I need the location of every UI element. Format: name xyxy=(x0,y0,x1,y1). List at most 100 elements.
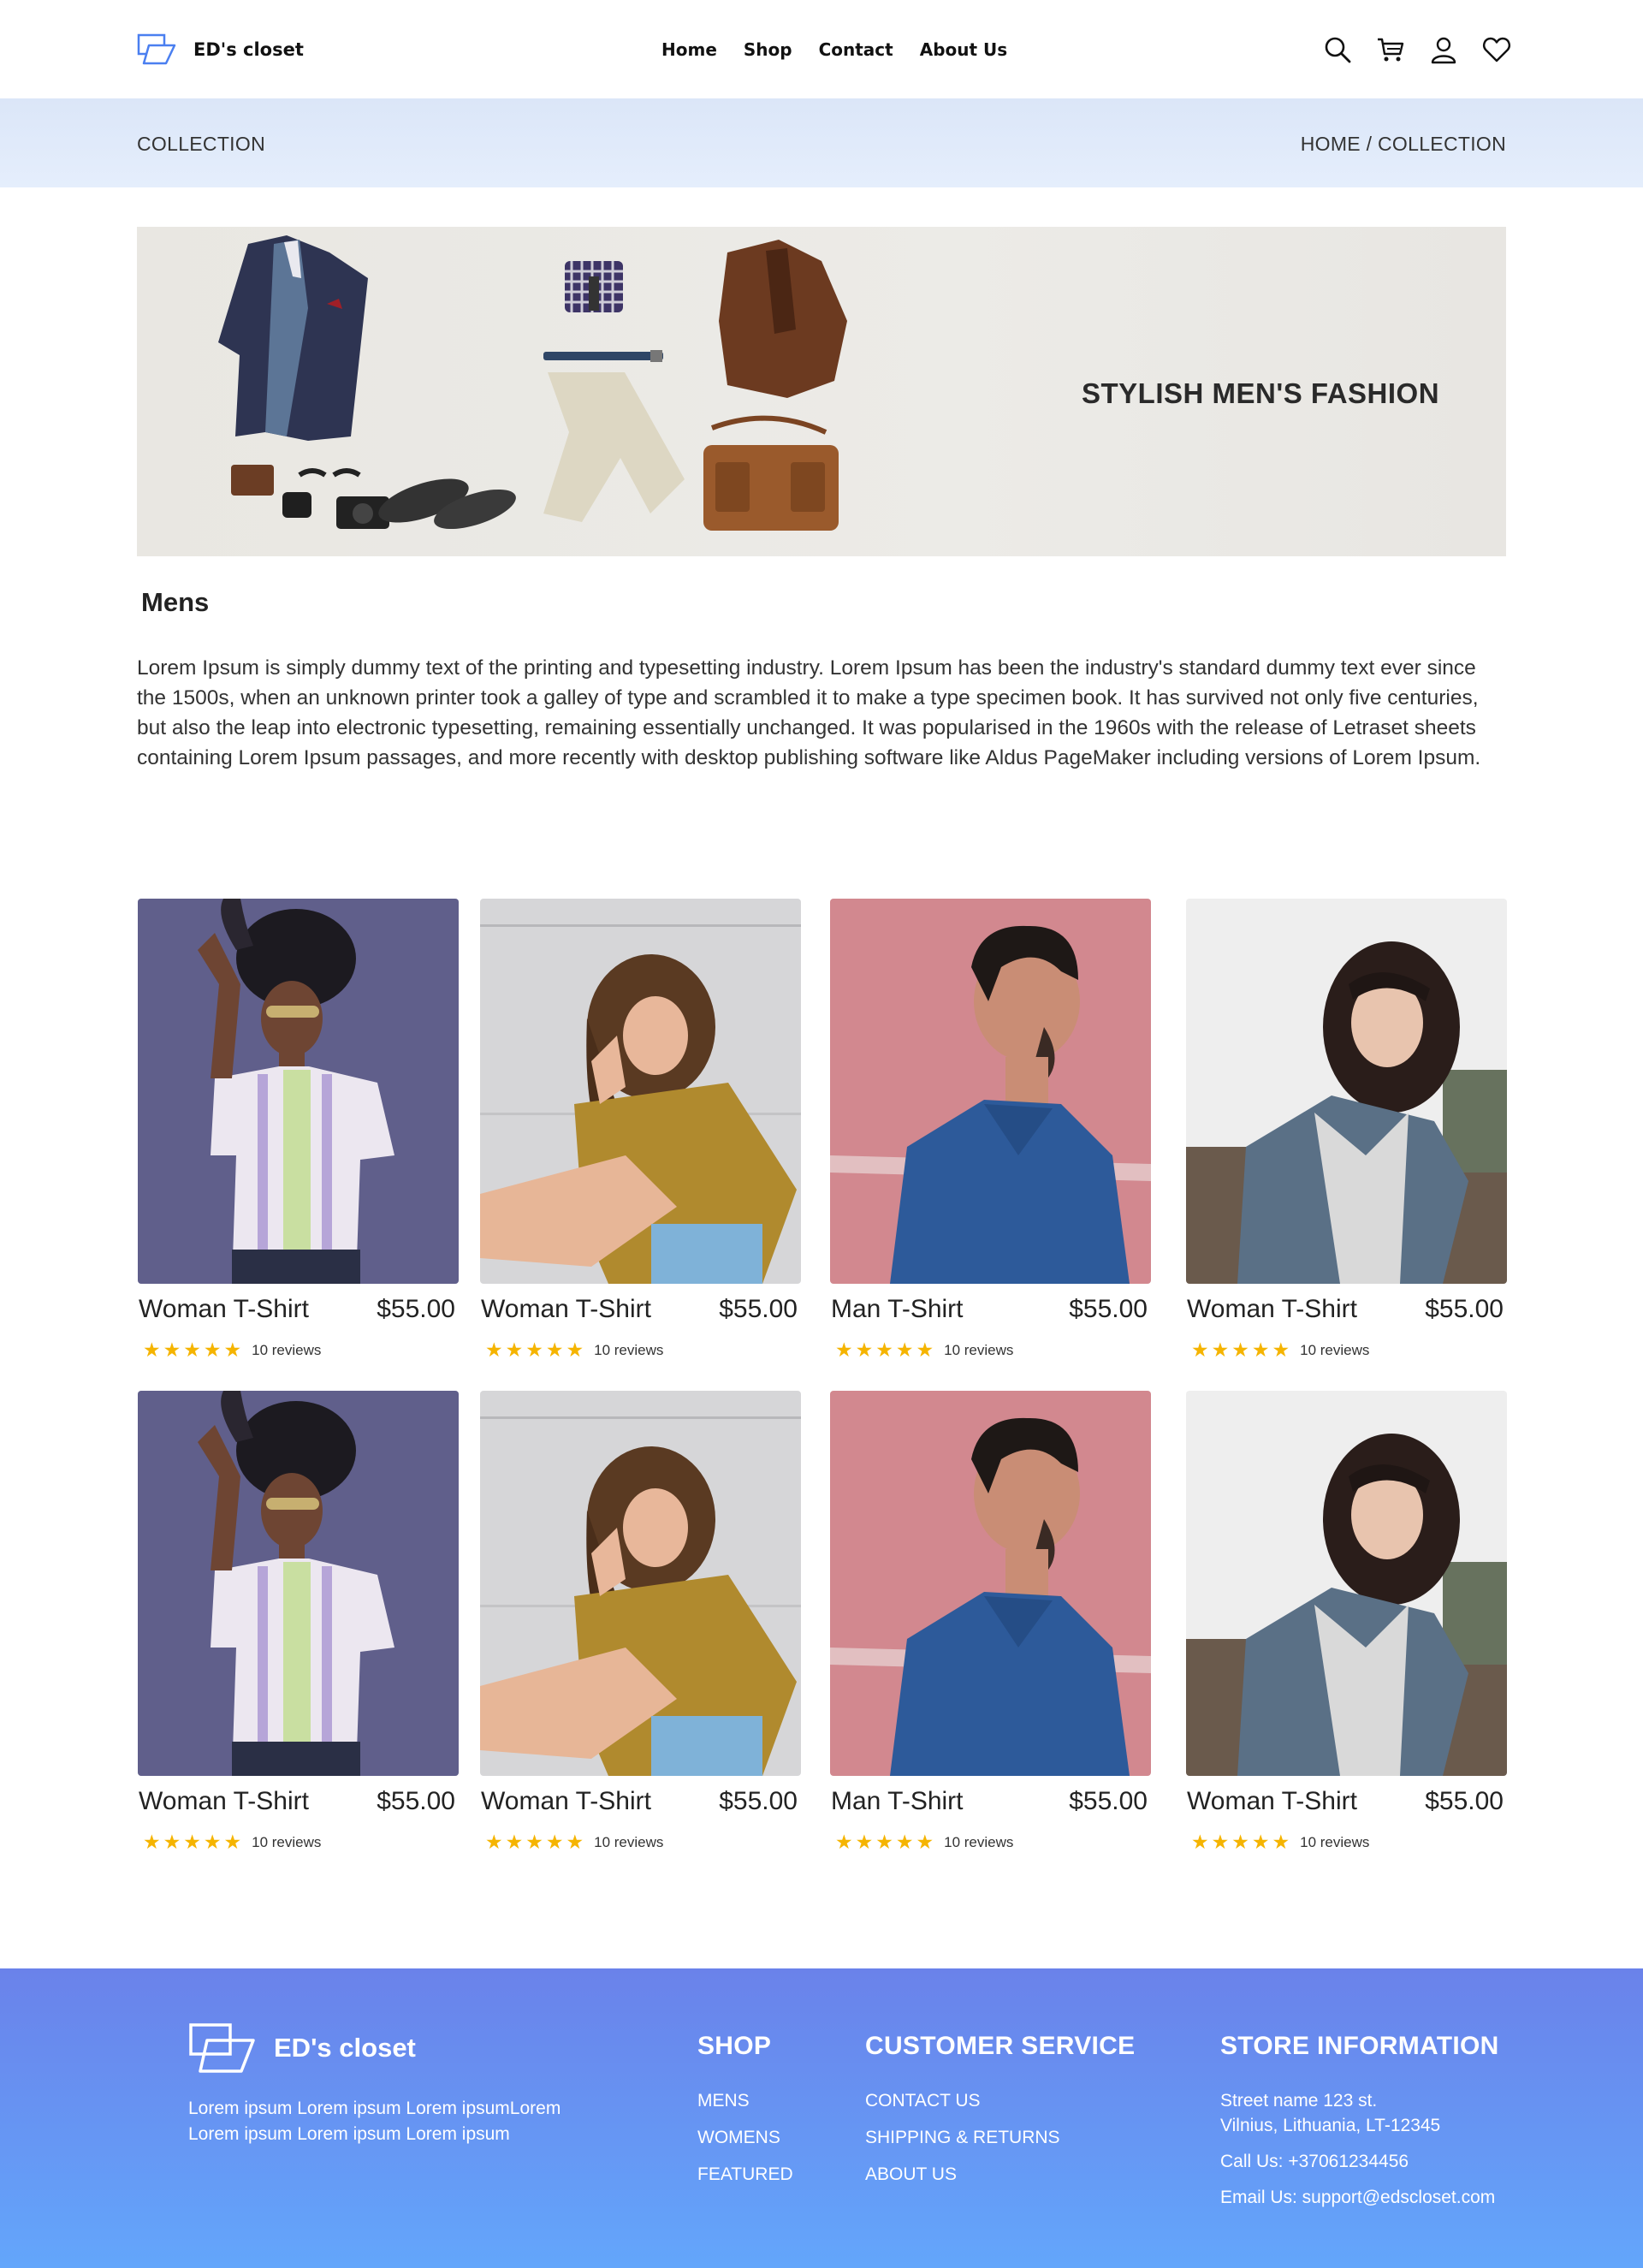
product-rating: ★ ★ ★ ★ ★ 10 reviews xyxy=(835,1832,1013,1852)
star-icon: ★ xyxy=(895,1831,914,1853)
star-icon: ★ xyxy=(875,1831,893,1853)
footer-link-mens[interactable]: MENS xyxy=(697,2088,793,2114)
banner-illustration xyxy=(218,235,847,531)
breadcrumb-band: COLLECTION HOME / COLLECTION xyxy=(0,98,1643,187)
star-icon: ★ xyxy=(566,1339,584,1361)
star-icon: ★ xyxy=(525,1339,543,1361)
footer-about-text: Lorem ipsum Lorem ipsum Lorem ipsumLorem… xyxy=(188,2099,561,2144)
nav-contact[interactable]: Contact xyxy=(819,39,893,60)
product-image[interactable] xyxy=(138,899,459,1284)
star-icon: ★ xyxy=(835,1831,853,1853)
star-icon: ★ xyxy=(223,1831,242,1853)
review-count[interactable]: 10 reviews xyxy=(594,1834,663,1851)
review-count[interactable]: 10 reviews xyxy=(252,1834,321,1851)
header-actions xyxy=(1322,34,1512,65)
page-section-label: COLLECTION xyxy=(137,133,265,155)
product-rating: ★ ★ ★ ★ ★ 10 reviews xyxy=(1191,1340,1369,1360)
star-icon: ★ xyxy=(223,1339,242,1361)
footer-link-womens[interactable]: WOMENS xyxy=(697,2125,793,2151)
star-icon: ★ xyxy=(895,1339,914,1361)
star-icon: ★ xyxy=(1211,1339,1230,1361)
product-name[interactable]: Woman T-Shirt xyxy=(481,1295,651,1324)
product-name[interactable]: Man T-Shirt xyxy=(831,1295,964,1324)
star-icon: ★ xyxy=(505,1339,524,1361)
footer-link-shipping[interactable]: SHIPPING & RETURNS xyxy=(865,2125,1135,2151)
star-icon: ★ xyxy=(1272,1339,1290,1361)
brand-logo[interactable]: ED's closet xyxy=(137,33,304,67)
product-image[interactable] xyxy=(1186,1391,1507,1776)
product-price: $55.00 xyxy=(377,1295,455,1323)
nav-home[interactable]: Home xyxy=(661,39,717,60)
review-count[interactable]: 10 reviews xyxy=(594,1342,663,1359)
star-icon: ★ xyxy=(916,1339,934,1361)
product-rating: ★ ★ ★ ★ ★ 10 reviews xyxy=(835,1340,1013,1360)
product-name[interactable]: Man T-Shirt xyxy=(831,1787,964,1816)
footer-link-about[interactable]: ABOUT US xyxy=(865,2162,1135,2188)
star-icon: ★ xyxy=(525,1831,543,1853)
star-icon: ★ xyxy=(143,1831,161,1853)
star-icon: ★ xyxy=(545,1831,564,1853)
star-icon: ★ xyxy=(1251,1339,1270,1361)
star-icon: ★ xyxy=(855,1339,874,1361)
banner-title: STYLISH MEN'S FASHION xyxy=(1082,377,1440,409)
product-name[interactable]: Woman T-Shirt xyxy=(1187,1787,1357,1816)
star-icon: ★ xyxy=(875,1339,893,1361)
product-rating: ★ ★ ★ ★ ★ 10 reviews xyxy=(485,1340,663,1360)
product-rating: ★ ★ ★ ★ ★ 10 reviews xyxy=(1191,1832,1369,1852)
product-price: $55.00 xyxy=(1425,1295,1504,1323)
footer-link-contact[interactable]: CONTACT US xyxy=(865,2088,1135,2114)
store-address-line2: Vilnius, Lithuania, LT-12345 xyxy=(1220,2116,1441,2135)
star-icon: ★ xyxy=(163,1831,181,1853)
star-icon: ★ xyxy=(835,1339,853,1361)
store-phone[interactable]: Call Us: +37061234456 xyxy=(1220,2149,1499,2174)
footer-brand-name: ED's closet xyxy=(274,2033,416,2063)
star-icon: ★ xyxy=(1191,1831,1209,1853)
review-count[interactable]: 10 reviews xyxy=(252,1342,321,1359)
product-image[interactable] xyxy=(1186,899,1507,1284)
footer-service-heading: CUSTOMER SERVICE xyxy=(865,2032,1136,2060)
breadcrumb[interactable]: HOME / COLLECTION xyxy=(1301,133,1506,156)
user-icon[interactable] xyxy=(1428,34,1459,65)
store-email[interactable]: Email Us: support@edscloset.com xyxy=(1220,2185,1499,2210)
star-icon: ★ xyxy=(183,1831,201,1853)
star-icon: ★ xyxy=(1191,1339,1209,1361)
product-image[interactable] xyxy=(480,1391,801,1776)
star-icon: ★ xyxy=(566,1831,584,1853)
product-price: $55.00 xyxy=(1069,1295,1148,1323)
product-rating: ★ ★ ★ ★ ★ 10 reviews xyxy=(485,1832,663,1852)
brand-name: ED's closet xyxy=(193,39,304,60)
product-name[interactable]: Woman T-Shirt xyxy=(139,1295,309,1324)
category-description: Lorem Ipsum is simply dummy text of the … xyxy=(137,656,1481,769)
footer-service-column: CUSTOMER SERVICE CONTACT US SHIPPING & R… xyxy=(865,2032,1135,2199)
site-footer: ED's closet Lorem ipsum Lorem ipsum Lore… xyxy=(0,1968,1643,2268)
logo-icon xyxy=(189,2023,255,2073)
category-title: Mens xyxy=(141,587,210,617)
nav-about[interactable]: About Us xyxy=(920,39,1007,60)
store-address: Street name 123 st. Vilnius, Lithuania, … xyxy=(1220,2088,1499,2138)
review-count[interactable]: 10 reviews xyxy=(1300,1342,1369,1359)
product-name[interactable]: Woman T-Shirt xyxy=(481,1787,651,1816)
cart-icon[interactable] xyxy=(1375,34,1406,65)
product-name[interactable]: Woman T-Shirt xyxy=(139,1787,309,1816)
review-count[interactable]: 10 reviews xyxy=(944,1834,1013,1851)
product-price: $55.00 xyxy=(719,1295,798,1323)
product-image[interactable] xyxy=(138,1391,459,1776)
star-icon: ★ xyxy=(1251,1831,1270,1853)
star-icon: ★ xyxy=(505,1831,524,1853)
star-icon: ★ xyxy=(203,1339,222,1361)
footer-link-featured[interactable]: FEATURED xyxy=(697,2162,793,2188)
product-name[interactable]: Woman T-Shirt xyxy=(1187,1295,1357,1324)
product-price: $55.00 xyxy=(719,1787,798,1815)
product-image[interactable] xyxy=(830,899,1151,1284)
product-price: $55.00 xyxy=(377,1787,455,1815)
search-icon[interactable] xyxy=(1322,34,1353,65)
nav-shop[interactable]: Shop xyxy=(744,39,792,60)
heart-icon[interactable] xyxy=(1481,34,1512,65)
product-price: $55.00 xyxy=(1425,1787,1504,1815)
review-count[interactable]: 10 reviews xyxy=(1300,1834,1369,1851)
footer-logo[interactable]: ED's closet xyxy=(188,2022,416,2075)
product-image[interactable] xyxy=(830,1391,1151,1776)
main-nav: Home Shop Contact About Us xyxy=(661,39,1007,60)
product-image[interactable] xyxy=(480,899,801,1284)
review-count[interactable]: 10 reviews xyxy=(944,1342,1013,1359)
